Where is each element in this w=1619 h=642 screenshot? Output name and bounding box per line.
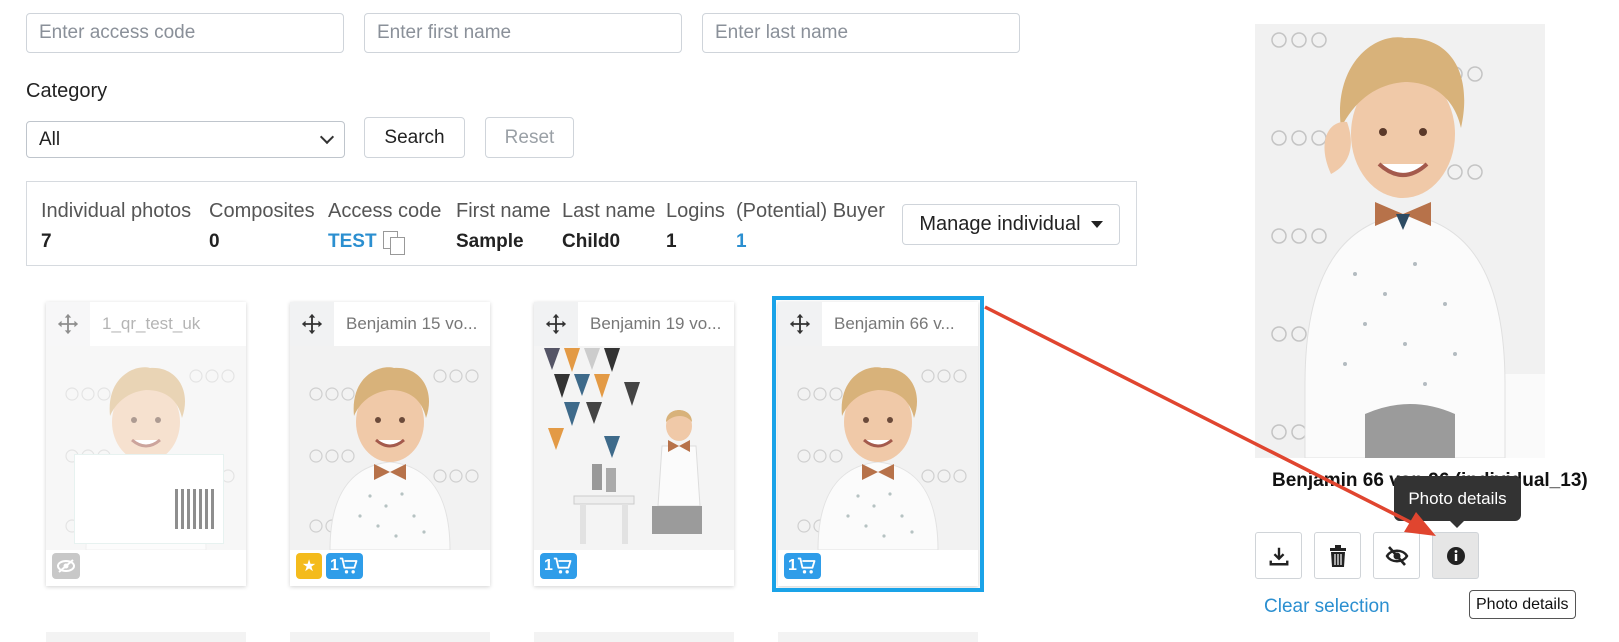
first-name-input[interactable] xyxy=(364,13,682,53)
photo-card-1[interactable]: 1_qr_test_uk xyxy=(46,302,246,586)
chevron-down-icon xyxy=(319,129,335,145)
category-select[interactable]: All xyxy=(26,121,345,158)
search-button[interactable]: Search xyxy=(364,117,465,158)
photo-card-next-row xyxy=(778,632,978,642)
qr-sheet-thumb xyxy=(74,454,224,544)
photo-thumbnail[interactable] xyxy=(46,346,246,550)
info-col-last-name: Last name Child0 xyxy=(562,200,656,252)
manage-individual-button[interactable]: Manage individual xyxy=(902,204,1120,245)
reset-button[interactable]: Reset xyxy=(485,117,574,158)
last-name-input[interactable] xyxy=(702,13,1020,53)
clear-selection-link[interactable]: Clear selection xyxy=(1264,596,1390,618)
cart-icon xyxy=(553,556,573,576)
photo-details-button[interactable] xyxy=(1432,532,1479,579)
cart-badge: 1 xyxy=(784,553,821,579)
cart-icon xyxy=(797,556,817,576)
cart-badge: 1 xyxy=(326,553,363,579)
caret-down-icon xyxy=(1090,221,1103,228)
category-label: Category xyxy=(26,80,108,102)
photo-card-4-selected[interactable]: Benjamin 66 v... 1 xyxy=(772,296,984,592)
move-icon[interactable] xyxy=(46,302,90,346)
buyer-count-link[interactable]: 1 xyxy=(736,231,885,253)
star-icon: ★ xyxy=(296,553,322,579)
copy-icon[interactable] xyxy=(382,231,405,255)
cart-icon xyxy=(339,556,359,576)
category-selected-value: All xyxy=(39,128,61,150)
photo-thumbnail[interactable] xyxy=(778,346,978,550)
photo-thumbnail[interactable] xyxy=(534,346,734,550)
info-col-buyer: (Potential) Buyer 1 xyxy=(736,200,885,253)
photo-card-name: 1_qr_test_uk xyxy=(102,314,201,333)
photo-card-3[interactable]: Benjamin 19 vo... 1 xyxy=(534,302,734,586)
info-col-composites: Composites 0 xyxy=(209,200,315,252)
info-col-logins: Logins 1 xyxy=(666,200,725,252)
move-icon[interactable] xyxy=(290,302,334,346)
delete-button[interactable] xyxy=(1314,532,1361,579)
photo-card-next-row xyxy=(46,632,246,642)
move-icon[interactable] xyxy=(778,302,822,346)
hide-button[interactable] xyxy=(1373,532,1420,579)
photo-card-name: Benjamin 15 vo... xyxy=(346,314,478,333)
access-code-input[interactable] xyxy=(26,13,344,53)
info-col-first-name: First name Sample xyxy=(456,200,551,252)
photo-card-2[interactable]: Benjamin 15 vo... ★ 1 xyxy=(290,302,490,586)
photo-card-next-row xyxy=(290,632,490,642)
access-code-link[interactable]: TEST xyxy=(328,231,377,253)
move-icon[interactable] xyxy=(534,302,578,346)
photo-thumbnail[interactable] xyxy=(290,346,490,550)
info-col-individual-photos: Individual photos 7 xyxy=(41,200,192,252)
download-icon xyxy=(1269,547,1288,565)
eye-slash-icon xyxy=(1385,545,1408,566)
info-col-access-code: Access code TEST xyxy=(328,200,442,255)
photo-card-next-row xyxy=(534,632,734,642)
native-tooltip: Photo details xyxy=(1469,590,1576,619)
cart-badge: 1 xyxy=(540,553,577,579)
photo-card-name: Benjamin 19 vo... xyxy=(590,314,722,333)
download-button[interactable] xyxy=(1255,532,1302,579)
photo-details-tooltip: Photo details xyxy=(1394,476,1521,528)
photo-preview xyxy=(1255,24,1545,458)
hidden-icon xyxy=(52,553,80,579)
info-icon xyxy=(1446,546,1465,565)
photo-card-name: Benjamin 66 v... xyxy=(834,314,955,333)
trash-icon xyxy=(1329,544,1346,567)
